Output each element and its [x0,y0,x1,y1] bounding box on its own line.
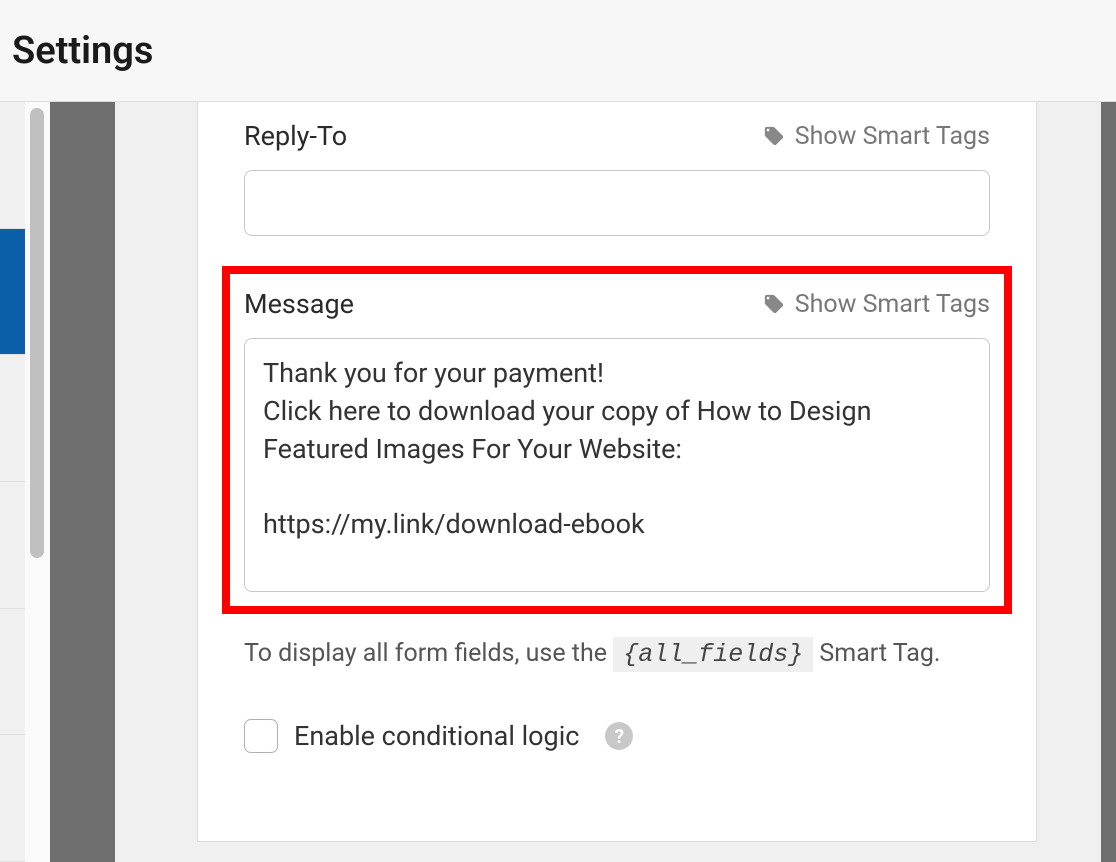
main-area: Reply-To Show Smart Tags Message Show Sm… [0,102,1116,862]
helper-suffix: Smart Tag. [819,639,940,668]
message-textarea[interactable] [244,338,990,592]
helper-code: {all_fields} [613,637,813,672]
show-smart-tags-link[interactable]: Show Smart Tags [763,122,990,151]
sidebar-seg[interactable] [0,102,25,229]
tag-icon [763,293,785,315]
smart-tags-label: Show Smart Tags [795,122,990,151]
settings-header: Settings [0,0,1116,102]
conditional-logic-checkbox[interactable] [244,719,278,753]
helper-prefix: To display all form fields, use the [244,639,613,668]
helper-text: To display all form fields, use the {all… [244,634,990,675]
scrollbar-thumb[interactable] [30,108,44,558]
reply-to-input[interactable] [244,170,990,236]
left-gutter [50,102,115,862]
reply-to-label-row: Reply-To Show Smart Tags [244,120,990,152]
message-label-row: Message Show Smart Tags [244,288,990,320]
tag-icon [763,125,785,147]
help-icon[interactable]: ? [605,722,633,750]
sidebar-seg[interactable] [0,609,25,736]
settings-panel: Reply-To Show Smart Tags Message Show Sm… [197,102,1037,842]
sidebar-strip [0,102,25,862]
page-title: Settings [12,29,153,73]
message-label: Message [244,288,354,320]
right-gutter [1101,102,1116,862]
reply-to-label: Reply-To [244,120,347,152]
show-smart-tags-link[interactable]: Show Smart Tags [763,290,990,319]
message-highlight: Message Show Smart Tags [222,266,1012,614]
scrollbar-track[interactable] [25,102,50,862]
content-outer: Reply-To Show Smart Tags Message Show Sm… [115,102,1101,862]
smart-tags-label: Show Smart Tags [795,290,990,319]
conditional-logic-label: Enable conditional logic [294,720,579,752]
reply-to-field: Reply-To Show Smart Tags [244,120,990,236]
conditional-logic-row: Enable conditional logic ? [244,719,990,753]
sidebar-seg[interactable] [0,482,25,609]
sidebar-seg[interactable] [0,735,25,862]
sidebar-seg[interactable] [0,355,25,482]
sidebar-seg-active[interactable] [0,229,25,356]
